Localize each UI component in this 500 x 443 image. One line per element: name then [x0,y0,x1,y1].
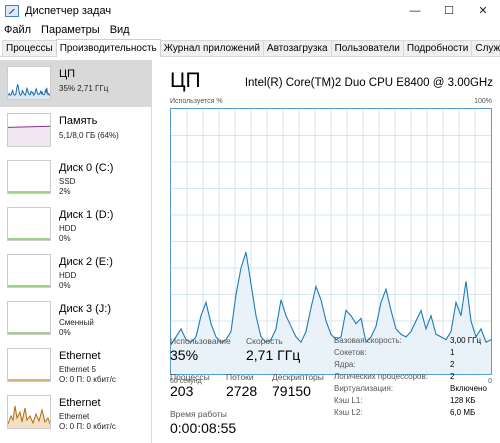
menu-options[interactable]: Параметры [36,24,105,36]
processes-label: Процессы [170,372,210,382]
task-manager-icon [5,4,19,17]
tab-app-history[interactable]: Журнал приложений [159,40,264,56]
sidebar-item-disk-2[interactable]: Диск 2 (E:) HDD 0% [0,248,151,295]
processes-value: 203 [170,383,194,399]
virtualization-value: Включено [450,384,487,393]
maximize-button[interactable]: ☐ [432,0,466,21]
uptime-value: 0:00:08:55 [170,420,237,436]
menu-view[interactable]: Вид [105,24,135,36]
cpu-thumbnail-graph [7,66,51,100]
tab-bar: Процессы Производительность Журнал прило… [0,39,500,57]
sockets-label: Сокетов: [334,348,367,357]
graph-y-max: 100% [474,98,492,105]
usage-value: 35% [170,347,199,363]
memory-thumbnail-graph [7,113,51,147]
sidebar-item-detail: 2% [59,187,71,196]
sidebar-item-ethernet[interactable]: Ethernet Ethernet О: 0 П: 0 кбит/с [0,389,151,436]
performance-sidebar: ЦП 35% 2,71 ГГц Память 5,1/8,0 ГБ (64%) … [0,60,152,443]
sidebar-item-type: SSD [59,177,76,186]
graph-y-label: Используется % [170,98,223,105]
sidebar-item-detail: 0% [59,281,71,290]
sidebar-item-memory[interactable]: Память 5,1/8,0 ГБ (64%) [0,107,151,154]
l2-cache-label: Кэш L2: [334,408,363,417]
menu-bar: Файл Параметры Вид [0,21,135,39]
cpu-usage-graph [170,108,492,375]
sidebar-item-title: Диск 2 (E:) [59,256,113,268]
sidebar-item-detail: 5,1/8,0 ГБ (64%) [59,131,119,140]
tab-startup[interactable]: Автозагрузка [262,40,332,56]
sidebar-item-type: HDD [59,224,77,233]
sidebar-item-detail: О: 0 П: 0 кбит/с [59,422,116,431]
cpu-model-name: Intel(R) Core(TM)2 Duo CPU E8400 @ 3.00G… [244,77,493,89]
tab-processes[interactable]: Процессы [2,40,57,56]
title-bar: Диспетчер задач — ☐ ✕ [0,0,500,21]
tab-users[interactable]: Пользователи [330,40,404,56]
speed-label: Скорость [246,336,283,346]
disk-thumbnail-graph [7,254,51,288]
sidebar-item-ethernet-5[interactable]: Ethernet Ethernet 5 О: 0 П: 0 кбит/с [0,342,151,389]
disk-thumbnail-graph [7,207,51,241]
handles-value: 79150 [272,383,311,399]
sidebar-item-cpu[interactable]: ЦП 35% 2,71 ГГц [0,60,151,107]
sockets-value: 1 [450,348,455,357]
sidebar-item-disk-1[interactable]: Диск 1 (D:) HDD 0% [0,201,151,248]
cores-value: 2 [450,360,455,369]
l2-cache-value: 6,0 МБ [450,408,476,417]
sidebar-item-title: Ethernet [59,397,101,409]
sidebar-item-disk-3[interactable]: Диск 3 (J:) Сменный 0% [0,295,151,342]
sidebar-item-title: Память [59,115,98,127]
sidebar-item-adapter: Ethernet [59,412,90,421]
sidebar-item-detail: О: 0 П: 0 кбит/с [59,375,116,384]
cpu-detail-panel: ЦП Intel(R) Core(TM)2 Duo CPU E8400 @ 3.… [160,60,500,443]
threads-value: 2728 [226,383,258,399]
sidebar-item-detail: 0% [59,328,71,337]
handles-label: Дескрипторы [272,372,324,382]
virtualization-label: Виртуализация: [334,384,394,393]
sidebar-item-title: Диск 1 (D:) [59,209,114,221]
uptime-label: Время работы [170,409,227,419]
tab-services[interactable]: Службы [471,40,500,56]
thumbnail-line [8,84,50,97]
window-title: Диспетчер задач [25,4,112,17]
sidebar-item-title: ЦП [59,68,76,80]
ethernet-thumbnail-graph [7,395,51,429]
tab-details[interactable]: Подробности [402,40,473,56]
sidebar-item-disk-0[interactable]: Диск 0 (C:) SSD 2% [0,154,151,201]
sidebar-item-title: Диск 3 (J:) [59,303,112,315]
sidebar-item-detail: 0% [59,234,71,243]
usage-label: Использование [170,336,231,346]
ethernet-thumbnail-graph [7,348,51,382]
thumbnail-area [8,84,50,99]
graph-x-min: 0 [488,378,492,385]
sidebar-item-detail: 35% 2,71 ГГц [59,84,109,93]
tab-performance[interactable]: Производительность [55,39,161,57]
logical-processors-value: 2 [450,372,455,381]
base-speed-label: Базовая скорость: [334,336,402,345]
sidebar-item-title: Диск 0 (C:) [59,162,114,174]
window-controls: — ☐ ✕ [398,0,500,21]
l1-cache-value: 128 КБ [450,396,476,405]
menu-file[interactable]: Файл [0,24,36,36]
disk-thumbnail-graph [7,301,51,335]
threads-label: Потоки [226,372,254,382]
minimize-button[interactable]: — [398,0,432,21]
thumbnail-area [8,126,50,146]
page-title: ЦП [170,69,201,92]
sidebar-item-title: Ethernet [59,350,101,362]
disk-thumbnail-graph [7,160,51,194]
sidebar-item-type: Сменный [59,318,94,327]
speed-value: 2,71 ГГц [246,347,301,363]
sidebar-item-adapter: Ethernet 5 [59,365,96,374]
close-button[interactable]: ✕ [466,0,500,21]
cores-label: Ядра: [334,360,356,369]
sidebar-item-type: HDD [59,271,77,280]
logical-processors-label: Логических процессоров: [334,372,428,381]
l1-cache-label: Кэш L1: [334,396,363,405]
base-speed-value: 3,00 ГГц [450,336,482,345]
